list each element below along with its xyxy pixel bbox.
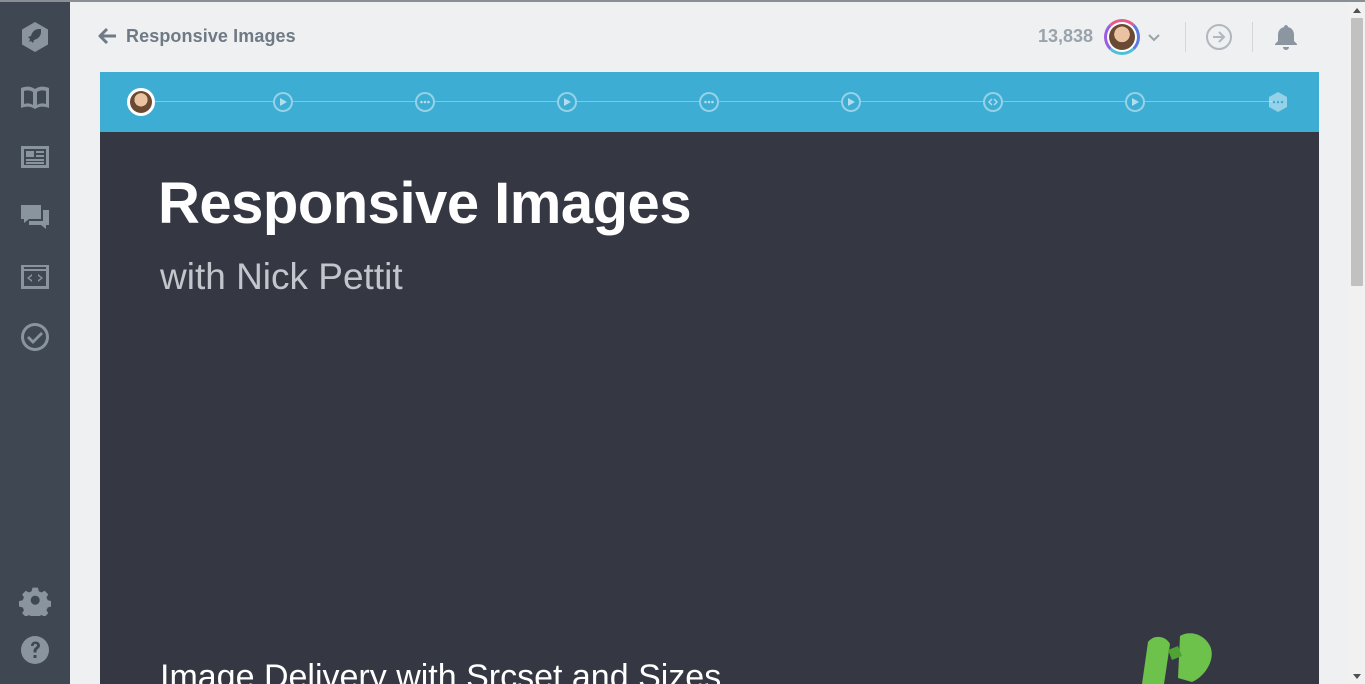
sidebar-item-news[interactable] (17, 139, 53, 175)
bell-icon[interactable] (1271, 22, 1301, 52)
window-top-border (0, 0, 1365, 2)
course-intro-card: Responsive Images with Nick Pettit Image… (100, 132, 1319, 684)
lesson-title: Image Delivery with Srcset and Sizes (160, 658, 722, 684)
sidebar-item-home[interactable] (17, 19, 53, 55)
quiz-dots-icon (704, 100, 714, 104)
play-icon (848, 98, 855, 106)
help-icon (21, 636, 49, 664)
play-icon (280, 98, 287, 106)
check-circle-icon (21, 323, 50, 351)
quiz-dots-icon (420, 100, 430, 104)
sidebar-item-settings[interactable] (17, 582, 53, 618)
badge-hexagon-icon[interactable] (1267, 91, 1289, 113)
sidebar-item-workspaces[interactable] (17, 259, 53, 295)
sidebar-item-tracks[interactable] (17, 319, 53, 355)
back-link[interactable]: Responsive Images (98, 24, 296, 48)
progress-step-code-challenge[interactable] (983, 92, 1003, 112)
news-icon (21, 146, 49, 168)
header-divider (1252, 22, 1253, 52)
course-instructor: with Nick Pettit (160, 256, 403, 297)
scroll-up-arrow-icon[interactable] (1348, 2, 1365, 18)
community-chat-icon (21, 205, 49, 229)
avatar-image (1109, 24, 1135, 50)
workspaces-code-icon (21, 265, 49, 289)
progress-step-video[interactable] (1125, 92, 1145, 112)
sign-out-arrow-icon[interactable] (1204, 22, 1234, 52)
scroll-down-arrow-icon[interactable] (1348, 668, 1365, 684)
points-count: 13,838 (1038, 26, 1094, 46)
avatar[interactable] (1104, 19, 1140, 55)
progress-step-instructor-avatar[interactable] (127, 88, 155, 116)
header-divider (1185, 22, 1186, 52)
progress-step-video[interactable] (841, 92, 861, 112)
course-progress-bar (100, 72, 1319, 132)
sidebar-item-library[interactable] (17, 79, 53, 115)
instructor-avatar-image (130, 91, 152, 113)
gear-icon (19, 587, 51, 616)
scrollbar-thumb[interactable] (1351, 18, 1363, 286)
play-icon (1132, 98, 1139, 106)
chevron-down-icon[interactable] (1146, 29, 1162, 45)
arrow-left-icon (98, 27, 116, 45)
sidebar (0, 2, 70, 684)
play-icon (564, 98, 571, 106)
back-link-label: Responsive Images (126, 25, 296, 46)
sidebar-item-community[interactable] (17, 199, 53, 235)
progress-step-quiz[interactable] (699, 92, 719, 112)
course-badge-image (1142, 633, 1212, 684)
rocket-icon (22, 22, 48, 52)
library-book-icon (21, 86, 49, 109)
sidebar-item-help[interactable] (17, 632, 53, 668)
progress-step-quiz[interactable] (415, 92, 435, 112)
course-title: Responsive Images (158, 171, 692, 236)
progress-step-video[interactable] (273, 92, 293, 112)
progress-step-video[interactable] (557, 92, 577, 112)
code-brackets-icon (988, 98, 998, 106)
